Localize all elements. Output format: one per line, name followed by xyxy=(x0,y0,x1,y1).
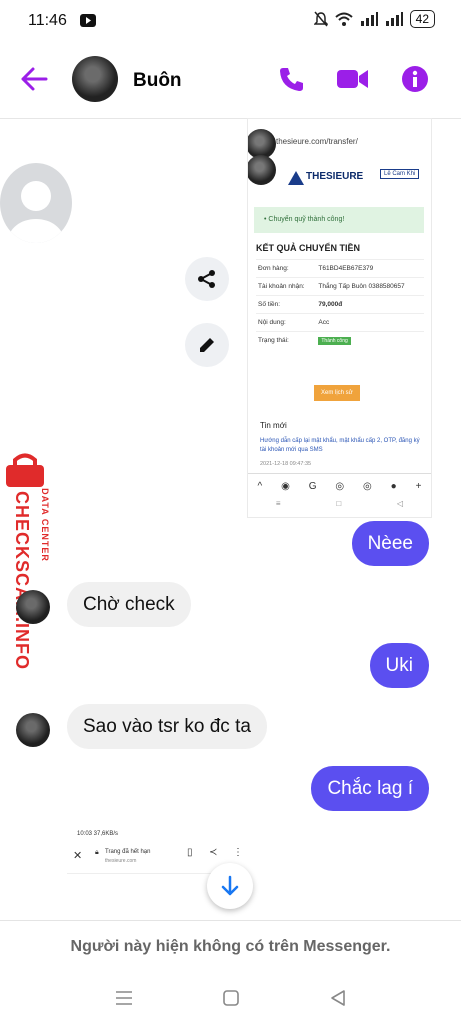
unavailable-notice: Người này hiện không có trên Messenger. xyxy=(0,920,461,973)
thesieure-logo-icon xyxy=(288,171,304,185)
table-row: Số tiền: 79,000đ xyxy=(256,295,424,314)
shot2-page-title: Trang đã hết hạn xyxy=(105,849,151,855)
signal-icon xyxy=(360,12,378,26)
status-bar: 11:46 42 xyxy=(0,0,461,44)
scroll-down-button[interactable] xyxy=(207,863,253,909)
news-link: Hướng dẫn cấp lại mật khẩu, mật khẩu cấp… xyxy=(260,438,420,453)
lock-logo-icon xyxy=(6,453,44,487)
inner-nav-bar: ≡ □ ◁ xyxy=(275,499,404,508)
close-icon: ✕ xyxy=(73,850,83,862)
table-row: Nội dung: Acc xyxy=(256,313,424,332)
tab-icon: ● xyxy=(390,480,397,492)
success-alert: • Chuyển quỹ thành công! xyxy=(254,207,424,233)
more-icon: ⋮ xyxy=(233,847,243,858)
placeholder-avatar xyxy=(0,163,72,243)
browser-tab-bar: ^ ◉ G ◎ ◎ ● + xyxy=(248,473,431,498)
mute-bell-icon xyxy=(313,11,328,27)
table-row: Đơn hàng: T61BD4EB67E379 xyxy=(256,259,424,278)
contact-avatar[interactable] xyxy=(72,56,118,102)
signal-icon-2 xyxy=(385,12,403,26)
wifi-icon xyxy=(334,12,353,26)
contact-name[interactable]: Buôn xyxy=(133,70,182,92)
history-button: Xem lịch sử xyxy=(314,385,360,401)
share-button[interactable] xyxy=(185,257,229,301)
home-icon[interactable] xyxy=(222,989,240,1007)
shared-screenshot-image[interactable]: thesieure.com/transfer/ THESIEURE Lê Cam… xyxy=(247,118,432,518)
transfer-details-table: Đơn hàng: T61BD4EB67E379 Tài khoản nhận: T… xyxy=(256,259,424,349)
lock-icon: 🔒︎ xyxy=(95,849,99,856)
pencil-icon xyxy=(200,338,214,352)
share-small-icon: ≺ xyxy=(209,847,218,858)
message-bubble-incoming[interactable]: Chờ check xyxy=(67,582,191,627)
edit-button[interactable] xyxy=(185,323,229,367)
info-icon[interactable] xyxy=(401,65,429,93)
message-bubble-outgoing[interactable]: Chắc lag í xyxy=(311,766,429,811)
bookmark-icon: ▯ xyxy=(187,847,193,858)
table-row: Trạng thái: Thành công xyxy=(256,331,424,349)
user-silhouette-icon xyxy=(8,181,64,243)
tab-icon: G xyxy=(308,480,317,492)
watermark-text: CHECKSCAM.INFO xyxy=(12,491,32,670)
arrow-down-icon xyxy=(221,875,239,896)
message-bubble-outgoing[interactable]: Uki xyxy=(369,643,429,688)
table-row: Tài khoản nhận: Thắng Tấp Buôn 0388580657 xyxy=(256,277,424,296)
back-arrow-icon[interactable] xyxy=(20,66,48,92)
site-logo-text: THESIEURE xyxy=(306,171,364,182)
phone-call-icon[interactable] xyxy=(278,65,306,93)
status-time: 11:46 xyxy=(28,12,67,29)
watermark-subtitle: DATA CENTER xyxy=(39,488,50,562)
news-date: 2021-12-18 09:47:35 xyxy=(260,461,312,467)
browser-url: thesieure.com/transfer/ xyxy=(276,137,358,146)
share-icon xyxy=(198,270,215,288)
video-call-icon[interactable] xyxy=(337,68,369,90)
news-heading: Tin mới xyxy=(260,421,287,430)
tab-icon: ◎ xyxy=(335,480,345,492)
message-bubble-incoming[interactable]: Sao vào tsr ko đc ta xyxy=(67,704,267,749)
transfer-result-title: KẾT QUẢ CHUYỂN TIỀN xyxy=(256,243,361,253)
menu-icon[interactable] xyxy=(114,990,134,1006)
caret-up-icon: ^ xyxy=(257,480,263,492)
tab-icon: ◉ xyxy=(281,480,290,492)
tab-icon: ◎ xyxy=(363,480,372,492)
youtube-icon xyxy=(80,14,96,27)
login-badge: Lê Cam Khi xyxy=(380,169,420,179)
chat-header: Buôn xyxy=(0,44,461,119)
message-bubble-outgoing[interactable]: Nèee xyxy=(351,521,429,566)
battery-indicator: 42 xyxy=(409,10,435,28)
shot2-url: thesieure.com xyxy=(105,858,137,864)
sender-avatar[interactable] xyxy=(16,590,50,624)
plus-icon: + xyxy=(415,480,422,492)
overlay-avatar-2 xyxy=(248,155,276,185)
sender-avatar[interactable] xyxy=(16,713,50,747)
shot2-status-time: 10:03 37,6KB/s xyxy=(77,831,119,837)
status-badge: Thành công xyxy=(318,337,351,345)
status-icons: 42 xyxy=(313,10,435,28)
back-triangle-icon[interactable] xyxy=(329,989,347,1007)
system-nav-bar xyxy=(0,972,461,1024)
